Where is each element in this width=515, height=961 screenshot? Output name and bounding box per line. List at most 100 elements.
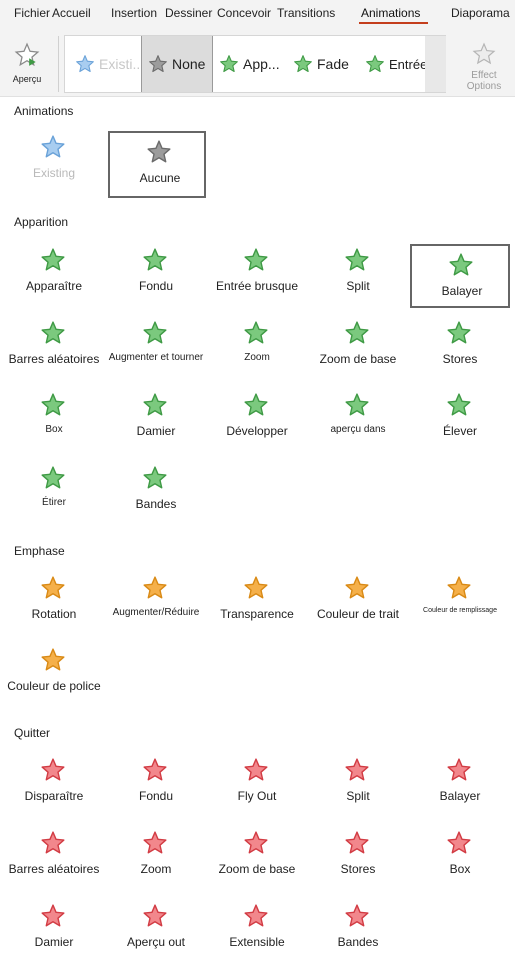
fly-out-star-icon [244, 758, 268, 781]
bandes-star-icon [345, 904, 369, 927]
augmenter-reduire-star-icon [143, 576, 167, 599]
animation-quitter-barres-aleatoires[interactable]: Barres aléatoires [4, 824, 104, 888]
animation-apparition-fondu[interactable]: Fondu [106, 241, 206, 305]
fondu-star-icon [143, 758, 167, 781]
zoom-star-icon [244, 321, 268, 344]
barres-aleatoires-star-icon [41, 831, 65, 854]
animation-apparition-entree-brusque[interactable]: Entrée brusque [207, 241, 307, 305]
couleur-de-remplissage-star-icon [447, 576, 471, 599]
etirer-star-icon [41, 466, 65, 489]
gallery-item-label: None [172, 56, 206, 72]
effect-options-button[interactable]: Effect Options [462, 38, 506, 94]
animation-label: Couleur de police [7, 679, 101, 693]
app-star-icon [220, 55, 238, 73]
disparaitre-star-icon [41, 758, 65, 781]
tab-animations[interactable]: Animations [361, 6, 420, 20]
animation-apparition-zoom[interactable]: Zoom [207, 314, 307, 378]
animation-apparition-stores[interactable]: Stores [410, 314, 510, 378]
animation-apparition-split[interactable]: Split [308, 241, 408, 305]
couleur-de-trait-star-icon [345, 576, 369, 599]
zoom-de-base-star-icon [345, 321, 369, 344]
gallery-item-label: Existi... [99, 56, 145, 72]
tab-transitions[interactable]: Transitions [277, 6, 335, 20]
entree-brusque-star-icon [244, 248, 268, 271]
animation-quitter-apercu-out[interactable]: Aperçu out [106, 897, 206, 961]
animation-quitter-fondu[interactable]: Fondu [106, 751, 206, 815]
animation-apparition-developper[interactable]: Développer [207, 386, 307, 450]
split-star-icon [345, 758, 369, 781]
animation-apparition-zoom-de-base[interactable]: Zoom de base [308, 314, 408, 378]
tab-accueil[interactable]: Accueil [52, 6, 91, 20]
animation-quitter-disparaitre[interactable]: Disparaître [4, 751, 104, 815]
animation-emphase-transparence[interactable]: Transparence [207, 569, 307, 633]
animation-quitter-fly-out[interactable]: Fly Out [207, 751, 307, 815]
apercu-dans-star-icon [345, 393, 369, 416]
animation-apparition-apparaitre[interactable]: Apparaître [4, 241, 104, 305]
animation-quitter-extensible[interactable]: Extensible [207, 897, 307, 961]
entree-brusque-star-icon [366, 55, 384, 73]
gallery-item-label: App... [243, 56, 280, 72]
animation-label: Balayer [439, 789, 481, 803]
couleur-de-police-star-icon [41, 648, 65, 671]
animation-quitter-split[interactable]: Split [308, 751, 408, 815]
animation-quitter-balayer[interactable]: Balayer [410, 751, 510, 815]
elever-star-icon [447, 393, 471, 416]
tab-dessiner[interactable]: Dessiner [165, 6, 212, 20]
animation-label: Split [346, 279, 370, 293]
stores-star-icon [447, 321, 471, 344]
ribbon-tab-bar: Fichier Accueil Insertion Dessiner Concevoir… [0, 0, 515, 30]
tab-insertion[interactable]: Insertion [111, 6, 157, 20]
animation-quitter-box[interactable]: Box [410, 824, 510, 888]
section-title-quitter: Quitter [14, 726, 51, 740]
damier-star-icon [41, 904, 65, 927]
animation-apparition-barres-aleatoires[interactable]: Barres aléatoires [4, 314, 104, 378]
gallery-scroll-button[interactable] [425, 36, 446, 92]
animation-label: Balayer [441, 284, 483, 298]
animation-quitter-zoom[interactable]: Zoom [106, 824, 206, 888]
animation-label: Box [449, 862, 471, 876]
animation-apparition-bandes[interactable]: Bandes [106, 459, 206, 523]
animation-emphase-augmenter-reduire[interactable]: Augmenter/Réduire [106, 569, 206, 633]
animation-animations-aucune[interactable]: Aucune [108, 131, 206, 198]
split-star-icon [345, 248, 369, 271]
animation-emphase-rotation[interactable]: Rotation [4, 569, 104, 633]
animation-emphase-couleur-de-trait[interactable]: Couleur de trait [308, 569, 408, 633]
animation-apparition-etirer[interactable]: Étirer [4, 459, 104, 523]
barres-aleatoires-star-icon [41, 321, 65, 344]
animation-apparition-damier[interactable]: Damier [106, 386, 206, 450]
balayer-star-icon [447, 758, 471, 781]
animation-apparition-balayer[interactable]: Balayer [410, 244, 510, 308]
section-title-emphase: Emphase [14, 544, 65, 558]
animation-label: Élever [442, 424, 477, 438]
animation-apparition-augmenter-et-tourner[interactable]: Augmenter et tourner [106, 314, 206, 378]
stores-star-icon [345, 831, 369, 854]
preview-button[interactable]: Aperçu [4, 38, 50, 90]
animation-quitter-damier[interactable]: Damier [4, 897, 104, 961]
animation-apparition-apercu-dans[interactable]: aperçu dans [308, 386, 408, 450]
animation-apparition-elever[interactable]: Élever [410, 386, 510, 450]
tab-concevoir[interactable]: Concevoir [217, 6, 271, 20]
gallery-item-none[interactable]: None [141, 36, 213, 92]
bandes-star-icon [143, 466, 167, 489]
fondu-star-icon [143, 248, 167, 271]
tab-diaporama[interactable]: Diaporama [451, 6, 510, 20]
preview-label: Aperçu [12, 74, 42, 84]
gallery-item-existi[interactable]: Existi... [69, 36, 149, 92]
gallery-item-app[interactable]: App... [213, 36, 291, 92]
animation-emphase-couleur-de-police[interactable]: Couleur de police [4, 641, 104, 705]
tab-fichier[interactable]: Fichier [14, 6, 50, 20]
animation-quitter-bandes[interactable]: Bandes [308, 897, 408, 961]
existing-star-icon [41, 135, 65, 158]
apercu-out-star-icon [143, 904, 167, 927]
section-title-animations: Animations [14, 104, 74, 118]
effect-options-label: Effect [471, 70, 497, 81]
animation-apparition-box[interactable]: Box [4, 386, 104, 450]
zoom-star-icon [143, 831, 167, 854]
animation-emphase-couleur-de-remplissage[interactable]: Couleur de remplissage [410, 569, 510, 633]
animation-label: Bandes [337, 935, 379, 949]
gallery-item-fade[interactable]: Fade [287, 36, 365, 92]
animation-quitter-zoom-de-base[interactable]: Zoom de base [207, 824, 307, 888]
box-star-icon [447, 831, 471, 854]
animation-quitter-stores[interactable]: Stores [308, 824, 408, 888]
damier-star-icon [143, 393, 167, 416]
